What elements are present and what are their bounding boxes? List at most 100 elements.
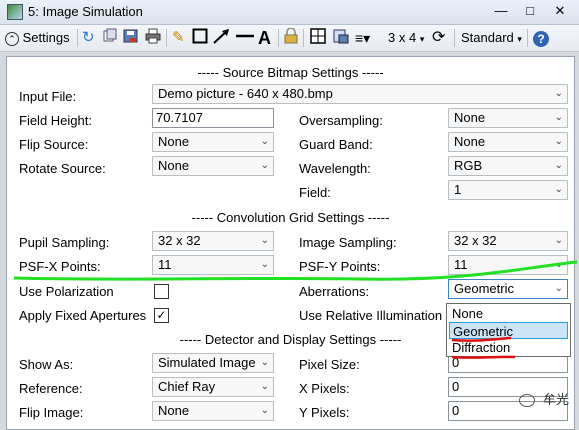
chevron-down-icon: ⌄ — [260, 381, 269, 392]
psf-y-value: 11 — [454, 257, 468, 272]
reference-dropdown[interactable]: Chief Ray ⌄ — [152, 377, 274, 397]
close-icon[interactable]: ✕ — [548, 2, 572, 20]
chevron-down-icon: ⌄ — [260, 235, 269, 246]
guard-band-label: Guard Band: — [299, 137, 373, 152]
menu-item-diffraction[interactable]: Diffraction — [449, 339, 568, 356]
pupil-sampling-value: 32 x 32 — [158, 233, 201, 248]
chevron-down-icon: ⌄ — [554, 136, 563, 147]
line-icon[interactable] — [236, 28, 254, 48]
flip-source-dropdown[interactable]: None ⌄ — [152, 132, 274, 152]
app-icon — [7, 4, 23, 20]
toolbar-separator — [527, 29, 528, 47]
rotate-source-dropdown[interactable]: None ⌄ — [152, 156, 274, 176]
save-icon[interactable] — [123, 28, 139, 48]
y-pixels-label: Y Pixels: — [299, 405, 350, 420]
chevron-down-icon: ⌄ — [260, 160, 269, 171]
aberrations-label: Aberrations: — [299, 284, 370, 299]
reference-label: Reference: — [19, 381, 83, 396]
apply-fixed-apertures-checkbox[interactable]: ✓ — [154, 308, 169, 323]
wechat-icon — [519, 394, 536, 408]
aberrations-value: Geometric — [454, 281, 514, 296]
standard-label: Standard — [461, 30, 514, 45]
chevron-down-icon: ⌄ — [554, 259, 563, 270]
aberrations-dropdown[interactable]: Geometric ⌄ — [448, 279, 568, 299]
minimize-icon[interactable]: — — [489, 2, 513, 20]
rotate-icon[interactable]: ⟳ — [432, 28, 445, 48]
settings-button[interactable]: ⌃ Settings — [5, 28, 75, 48]
chevron-up-circle-icon: ⌃ — [5, 31, 19, 46]
use-polarization-label: Use Polarization — [19, 284, 114, 299]
field-height-input[interactable]: 70.7107 — [152, 108, 274, 128]
field-dropdown[interactable]: 1 ⌄ — [448, 180, 568, 200]
chevron-down-icon: ⌄ — [554, 88, 563, 99]
psf-x-dropdown[interactable]: 11 ⌄ — [152, 255, 274, 275]
show-as-value: Simulated Image — [158, 355, 256, 370]
maximize-icon[interactable]: □ — [518, 2, 542, 20]
chevron-down-icon: ⌄ — [260, 136, 269, 147]
psf-x-value: 11 — [158, 257, 172, 272]
rotate-source-label: Rotate Source: — [19, 161, 106, 176]
chevron-down-icon: ⌄ — [554, 160, 563, 171]
wavelength-value: RGB — [454, 158, 483, 173]
title-bar: 5: Image Simulation — □ ✕ — [0, 0, 579, 25]
settings-panel: ----- Source Bitmap Settings ----- Input… — [6, 56, 575, 430]
input-file-label: Input File: — [19, 89, 77, 104]
chevron-down-icon: ⌄ — [260, 405, 269, 416]
use-polarization-checkbox[interactable] — [154, 284, 169, 299]
section-header-convolution: ----- Convolution Grid Settings ----- — [191, 210, 390, 225]
input-file-value: Demo picture - 640 x 480.bmp — [158, 86, 333, 101]
guard-band-value: None — [454, 134, 486, 149]
image-sampling-label: Image Sampling: — [299, 235, 397, 250]
show-as-label: Show As: — [19, 357, 74, 372]
arrow-icon[interactable] — [213, 28, 231, 48]
field-value: 1 — [454, 182, 462, 197]
wavelength-label: Wavelength: — [299, 161, 371, 176]
refresh-icon[interactable]: ↻ — [82, 28, 95, 48]
rectangle-icon[interactable] — [192, 28, 208, 48]
wavelength-dropdown[interactable]: RGB ⌄ — [448, 156, 568, 176]
psf-y-dropdown[interactable]: 11 ⌄ — [448, 255, 568, 275]
lock-icon[interactable] — [284, 27, 298, 48]
toolbar-separator — [166, 29, 167, 47]
layers-icon[interactable]: ≡▾ — [355, 28, 370, 48]
standard-dropdown[interactable]: Standard ▾ — [461, 28, 522, 48]
chevron-down-icon: ⌄ — [554, 235, 563, 246]
toolbar-separator — [278, 29, 279, 47]
menu-item-none[interactable]: None — [449, 305, 568, 322]
section-header-source: ----- Source Bitmap Settings ----- — [197, 65, 384, 80]
image-sampling-dropdown[interactable]: 32 x 32 ⌄ — [448, 231, 568, 251]
pupil-sampling-dropdown[interactable]: 32 x 32 ⌄ — [152, 231, 274, 251]
toolbar-separator — [77, 29, 78, 47]
flip-image-label: Flip Image: — [19, 405, 84, 420]
flip-image-dropdown[interactable]: None ⌄ — [152, 401, 274, 421]
flip-image-value: None — [158, 403, 190, 418]
window-title: 5: Image Simulation — [28, 4, 143, 19]
toolbar: ⌃ Settings ↻ ✎ A ≡▾ 3 x 4 ▾ ⟳ Standard ▾… — [0, 25, 579, 52]
pencil-icon[interactable]: ✎ — [172, 28, 185, 48]
oversampling-dropdown[interactable]: None ⌄ — [448, 108, 568, 128]
input-file-dropdown[interactable]: Demo picture - 640 x 480.bmp ⌄ — [152, 84, 568, 104]
layout-button[interactable]: 3 x 4 ▾ — [388, 28, 424, 48]
watermark: 牟光 — [519, 389, 569, 408]
help-icon[interactable]: ? — [533, 28, 549, 48]
show-as-dropdown[interactable]: Simulated Image ⌄ — [152, 353, 274, 373]
field-height-label: Field Height: — [19, 113, 92, 128]
text-icon[interactable]: A — [258, 28, 271, 48]
guard-band-dropdown[interactable]: None ⌄ — [448, 132, 568, 152]
use-relative-illumination-label: Use Relative Illumination — [299, 308, 443, 323]
copy-icon[interactable] — [102, 28, 118, 48]
settings-label: Settings — [22, 30, 70, 45]
menu-item-geometric[interactable]: Geometric — [449, 322, 568, 339]
window-icon[interactable] — [310, 28, 326, 48]
reference-value: Chief Ray — [158, 379, 216, 394]
apply-fixed-apertures-label: Apply Fixed Apertures — [19, 308, 147, 323]
chevron-down-icon: ⌄ — [260, 357, 269, 368]
pixel-size-label: Pixel Size: — [299, 357, 360, 372]
export-icon[interactable] — [333, 28, 349, 48]
psf-x-label: PSF-X Points: — [19, 259, 101, 274]
chevron-down-icon: ⌄ — [554, 283, 563, 294]
oversampling-label: Oversampling: — [299, 113, 383, 128]
pupil-sampling-label: Pupil Sampling: — [19, 235, 110, 250]
toolbar-separator — [454, 29, 455, 47]
print-icon[interactable] — [145, 28, 161, 48]
